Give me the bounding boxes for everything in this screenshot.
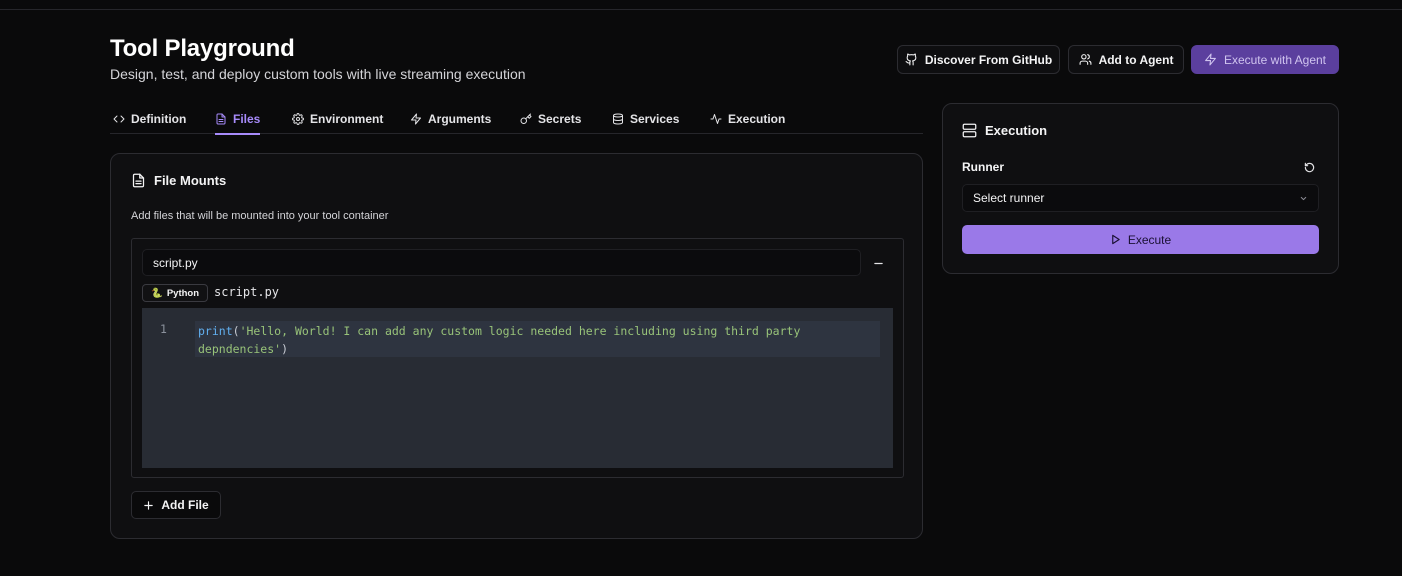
tab-execution[interactable]: Execution: [710, 104, 785, 134]
bolt-icon: [411, 113, 421, 125]
tab-definition[interactable]: Definition: [113, 104, 186, 134]
tab-arguments-label: Arguments: [428, 112, 492, 126]
python-icon: 🐍: [151, 287, 163, 299]
code-icon: [113, 115, 125, 123]
github-icon: [905, 53, 917, 66]
discover-github-label: Discover From GitHub: [924, 52, 1053, 67]
refresh-icon[interactable]: [1304, 162, 1315, 173]
tab-definition-label: Definition: [131, 112, 187, 126]
database-icon: [613, 113, 623, 125]
bolt-icon: [1205, 53, 1216, 66]
tab-secrets-label: Secrets: [538, 112, 582, 126]
execution-card: Execution Runner Select runner Execute: [942, 103, 1339, 274]
language-badge: 🐍 Python: [142, 284, 209, 302]
file-entry: 🐍 Python script.py 1 print('Hello, World…: [131, 238, 904, 478]
tab-environment[interactable]: Environment: [292, 104, 383, 134]
tab-bar: Definition Files Environment Arguments S…: [110, 104, 923, 135]
users-icon: [1079, 54, 1092, 65]
code-paren-open: (: [232, 324, 240, 338]
file-icon: [216, 113, 226, 125]
add-file-label: Add File: [161, 498, 209, 512]
file-mounts-header: File Mounts: [131, 173, 226, 188]
key-icon: [520, 113, 532, 124]
discover-github-button[interactable]: Discover From GitHub: [897, 45, 1060, 74]
line-number: 1: [160, 322, 167, 336]
tab-arguments[interactable]: Arguments: [410, 104, 491, 134]
execute-label: Execute: [1127, 232, 1172, 247]
plus-icon: [144, 500, 154, 510]
add-to-agent-button[interactable]: Add to Agent: [1068, 45, 1184, 74]
gear-icon: [292, 113, 304, 125]
tab-services[interactable]: Services: [612, 104, 679, 134]
add-file-button[interactable]: Add File: [131, 491, 221, 519]
execute-button[interactable]: Execute: [962, 225, 1319, 254]
code-editor[interactable]: 1 print('Hello, World! I can add any cus…: [142, 308, 893, 468]
editor-filename: script.py: [214, 285, 280, 299]
execute-with-agent-button[interactable]: Execute with Agent: [1191, 45, 1339, 74]
execute-with-agent-label: Execute with Agent: [1223, 52, 1327, 67]
runner-label: Runner: [962, 160, 1004, 174]
activity-icon: [710, 114, 722, 124]
runner-select[interactable]: Select runner: [962, 184, 1319, 212]
filename-input[interactable]: [142, 249, 861, 276]
code-function: print: [198, 324, 233, 338]
language-badge-label: Python: [166, 287, 200, 299]
file-mounts-description: Add files that will be mounted into your…: [131, 210, 389, 222]
tab-secrets[interactable]: Secrets: [520, 104, 581, 134]
execution-header: Execution: [962, 123, 1047, 138]
code-line[interactable]: print('Hello, World! I can add any custo…: [198, 322, 878, 358]
remove-file-button[interactable]: [868, 253, 888, 273]
tab-files-label: Files: [233, 112, 261, 126]
file-mounts-card: File Mounts Add files that will be mount…: [110, 153, 923, 539]
file-text-icon: [132, 173, 145, 188]
page-subtitle: Design, test, and deploy custom tools wi…: [110, 66, 526, 82]
server-icon: [962, 123, 977, 138]
code-paren-close: ): [281, 342, 289, 356]
top-divider: [0, 9, 1402, 10]
tab-files[interactable]: Files: [215, 104, 261, 135]
minus-icon: [873, 262, 883, 264]
file-mounts-title: File Mounts: [154, 173, 227, 188]
code-string: 'Hello, World! I can add any custom logi…: [198, 324, 808, 356]
page-title: Tool Playground: [110, 35, 295, 62]
add-to-agent-label: Add to Agent: [1098, 52, 1174, 67]
runner-select-value: Select runner: [973, 191, 1045, 205]
play-icon: [1111, 234, 1120, 245]
tab-services-label: Services: [630, 112, 680, 126]
execution-title: Execution: [985, 123, 1048, 138]
tab-environment-label: Environment: [310, 112, 384, 126]
chevron-down-icon: [1300, 196, 1307, 200]
tab-execution-label: Execution: [728, 112, 786, 126]
